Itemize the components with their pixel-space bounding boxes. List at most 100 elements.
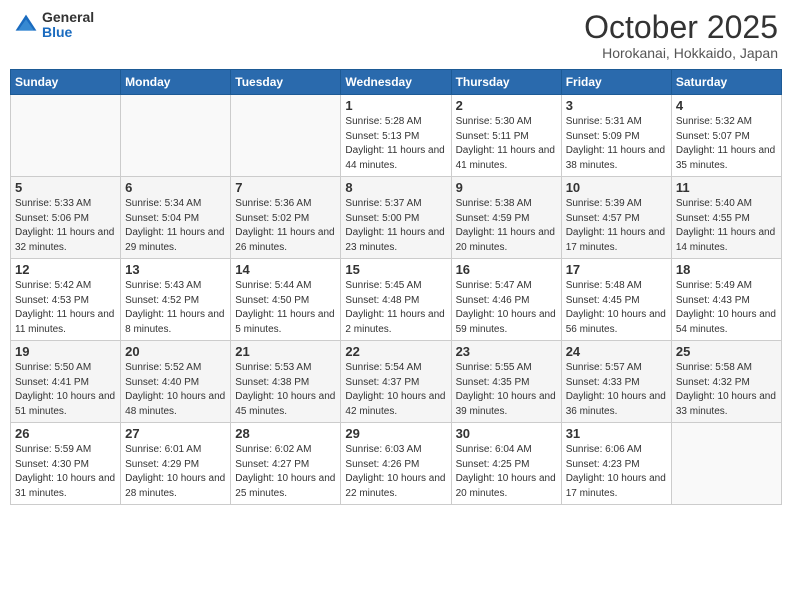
weekday-header-row: SundayMondayTuesdayWednesdayThursdayFrid…: [11, 70, 782, 95]
day-number: 3: [566, 98, 667, 113]
calendar-cell: 12Sunrise: 5:42 AM Sunset: 4:53 PM Dayli…: [11, 259, 121, 341]
calendar-cell: 23Sunrise: 5:55 AM Sunset: 4:35 PM Dayli…: [451, 341, 561, 423]
calendar-cell: 28 Sunrise: 6:02 AM Sunset: 4:27 PM Dayli…: [231, 423, 341, 505]
logo: General Blue: [14, 10, 94, 41]
day-number: 30: [456, 426, 557, 441]
calendar-cell: 13 Sunrise: 5:43 AM Sunset: 4:52 PM Dayli…: [121, 259, 231, 341]
calendar-cell: 31Sunrise: 6:06 AM Sunset: 4:23 PM Dayli…: [561, 423, 671, 505]
day-info: Sunrise: 5:55 AM Sunset: 4:35 PM Dayligh…: [456, 361, 557, 419]
day-info: Sunrise: 5:31 AM Sunset: 5:09 PM Dayligh…: [566, 115, 667, 173]
day-number: 16: [456, 262, 557, 277]
calendar-cell: 25 Sunrise: 5:58 AM Sunset: 4:32 PM Dayli…: [671, 341, 781, 423]
day-number: 25: [676, 344, 777, 359]
calendar-cell: 5 Sunrise: 5:33 AM Sunset: 5:06 PM Daylig…: [11, 177, 121, 259]
calendar-cell: 9Sunrise: 5:38 AM Sunset: 4:59 PM Daylig…: [451, 177, 561, 259]
weekday-header-monday: Monday: [121, 70, 231, 95]
calendar-cell: 17 Sunrise: 5:48 AM Sunset: 4:45 PM Dayli…: [561, 259, 671, 341]
day-number: 11: [676, 180, 777, 195]
calendar-cell: 26 Sunrise: 5:59 AM Sunset: 4:30 PM Dayli…: [11, 423, 121, 505]
day-number: 6: [125, 180, 226, 195]
day-number: 21: [235, 344, 336, 359]
day-info: Sunrise: 5:57 AM Sunset: 4:33 PM Dayligh…: [566, 361, 667, 419]
day-info: Sunrise: 5:44 AM Sunset: 4:50 PM Dayligh…: [235, 279, 336, 337]
day-info: Sunrise: 6:06 AM Sunset: 4:23 PM Dayligh…: [566, 443, 667, 501]
day-number: 13: [125, 262, 226, 277]
day-number: 20: [125, 344, 226, 359]
logo-blue-text: Blue: [42, 25, 94, 40]
day-info: Sunrise: 5:40 AM Sunset: 4:55 PM Dayligh…: [676, 197, 777, 255]
logo-general-text: General: [42, 10, 94, 25]
day-number: 5: [15, 180, 116, 195]
calendar-week-2: 5 Sunrise: 5:33 AM Sunset: 5:06 PM Daylig…: [11, 177, 782, 259]
day-number: 7: [235, 180, 336, 195]
day-info: Sunrise: 5:38 AM Sunset: 4:59 PM Dayligh…: [456, 197, 557, 255]
day-number: 15: [345, 262, 446, 277]
weekday-header-saturday: Saturday: [671, 70, 781, 95]
day-number: 26: [15, 426, 116, 441]
calendar-week-1: 1Sunrise: 5:28 AM Sunset: 5:13 PM Daylig…: [11, 95, 782, 177]
day-info: Sunrise: 5:39 AM Sunset: 4:57 PM Dayligh…: [566, 197, 667, 255]
day-number: 22: [345, 344, 446, 359]
day-info: Sunrise: 5:32 AM Sunset: 5:07 PM Dayligh…: [676, 115, 777, 173]
calendar-cell: 14 Sunrise: 5:44 AM Sunset: 4:50 PM Dayli…: [231, 259, 341, 341]
day-info: Sunrise: 5:59 AM Sunset: 4:30 PM Dayligh…: [15, 443, 116, 501]
day-info: Sunrise: 5:50 AM Sunset: 4:41 PM Dayligh…: [15, 361, 116, 419]
day-number: 24: [566, 344, 667, 359]
calendar-cell: 1Sunrise: 5:28 AM Sunset: 5:13 PM Daylig…: [341, 95, 451, 177]
calendar-cell: 11 Sunrise: 5:40 AM Sunset: 4:55 PM Dayli…: [671, 177, 781, 259]
day-number: 27: [125, 426, 226, 441]
day-info: Sunrise: 6:04 AM Sunset: 4:25 PM Dayligh…: [456, 443, 557, 501]
calendar-cell: 6 Sunrise: 5:34 AM Sunset: 5:04 PM Daylig…: [121, 177, 231, 259]
day-info: Sunrise: 5:52 AM Sunset: 4:40 PM Dayligh…: [125, 361, 226, 419]
calendar-cell: 30 Sunrise: 6:04 AM Sunset: 4:25 PM Dayli…: [451, 423, 561, 505]
day-number: 28: [235, 426, 336, 441]
calendar-week-5: 26 Sunrise: 5:59 AM Sunset: 4:30 PM Dayli…: [11, 423, 782, 505]
calendar-cell: 7 Sunrise: 5:36 AM Sunset: 5:02 PM Daylig…: [231, 177, 341, 259]
day-info: Sunrise: 5:53 AM Sunset: 4:38 PM Dayligh…: [235, 361, 336, 419]
day-info: Sunrise: 5:43 AM Sunset: 4:52 PM Dayligh…: [125, 279, 226, 337]
calendar-cell: 19 Sunrise: 5:50 AM Sunset: 4:41 PM Dayli…: [11, 341, 121, 423]
weekday-header-thursday: Thursday: [451, 70, 561, 95]
month-title: October 2025: [584, 10, 778, 45]
day-info: Sunrise: 5:30 AM Sunset: 5:11 PM Dayligh…: [456, 115, 557, 173]
calendar-cell: [231, 95, 341, 177]
calendar-cell: 15Sunrise: 5:45 AM Sunset: 4:48 PM Dayli…: [341, 259, 451, 341]
day-number: 14: [235, 262, 336, 277]
day-info: Sunrise: 5:54 AM Sunset: 4:37 PM Dayligh…: [345, 361, 446, 419]
day-number: 18: [676, 262, 777, 277]
weekday-header-sunday: Sunday: [11, 70, 121, 95]
day-info: Sunrise: 5:34 AM Sunset: 5:04 PM Dayligh…: [125, 197, 226, 255]
calendar-cell: [121, 95, 231, 177]
day-info: Sunrise: 5:47 AM Sunset: 4:46 PM Dayligh…: [456, 279, 557, 337]
day-number: 29: [345, 426, 446, 441]
day-info: Sunrise: 5:33 AM Sunset: 5:06 PM Dayligh…: [15, 197, 116, 255]
day-number: 2: [456, 98, 557, 113]
day-info: Sunrise: 5:58 AM Sunset: 4:32 PM Dayligh…: [676, 361, 777, 419]
calendar-cell: 3 Sunrise: 5:31 AM Sunset: 5:09 PM Daylig…: [561, 95, 671, 177]
calendar-cell: 21 Sunrise: 5:53 AM Sunset: 4:38 PM Dayli…: [231, 341, 341, 423]
day-number: 17: [566, 262, 667, 277]
calendar-cell: 27 Sunrise: 6:01 AM Sunset: 4:29 PM Dayli…: [121, 423, 231, 505]
calendar-cell: 29 Sunrise: 6:03 AM Sunset: 4:26 PM Dayli…: [341, 423, 451, 505]
calendar-cell: 8Sunrise: 5:37 AM Sunset: 5:00 PM Daylig…: [341, 177, 451, 259]
day-number: 19: [15, 344, 116, 359]
day-info: Sunrise: 5:48 AM Sunset: 4:45 PM Dayligh…: [566, 279, 667, 337]
day-info: Sunrise: 6:02 AM Sunset: 4:27 PM Dayligh…: [235, 443, 336, 501]
day-number: 10: [566, 180, 667, 195]
page-header: General Blue October 2025 Horokanai, Hok…: [10, 10, 782, 61]
calendar-cell: 4 Sunrise: 5:32 AM Sunset: 5:07 PM Daylig…: [671, 95, 781, 177]
weekday-header-wednesday: Wednesday: [341, 70, 451, 95]
title-block: October 2025 Horokanai, Hokkaido, Japan: [584, 10, 778, 61]
calendar-cell: 24 Sunrise: 5:57 AM Sunset: 4:33 PM Dayli…: [561, 341, 671, 423]
calendar-cell: [11, 95, 121, 177]
day-info: Sunrise: 6:01 AM Sunset: 4:29 PM Dayligh…: [125, 443, 226, 501]
calendar-cell: 18Sunrise: 5:49 AM Sunset: 4:43 PM Dayli…: [671, 259, 781, 341]
day-info: Sunrise: 5:36 AM Sunset: 5:02 PM Dayligh…: [235, 197, 336, 255]
weekday-header-tuesday: Tuesday: [231, 70, 341, 95]
calendar-cell: 16 Sunrise: 5:47 AM Sunset: 4:46 PM Dayli…: [451, 259, 561, 341]
day-info: Sunrise: 6:03 AM Sunset: 4:26 PM Dayligh…: [345, 443, 446, 501]
calendar-cell: 22 Sunrise: 5:54 AM Sunset: 4:37 PM Dayli…: [341, 341, 451, 423]
location: Horokanai, Hokkaido, Japan: [584, 45, 778, 61]
day-number: 4: [676, 98, 777, 113]
calendar-week-4: 19 Sunrise: 5:50 AM Sunset: 4:41 PM Dayli…: [11, 341, 782, 423]
